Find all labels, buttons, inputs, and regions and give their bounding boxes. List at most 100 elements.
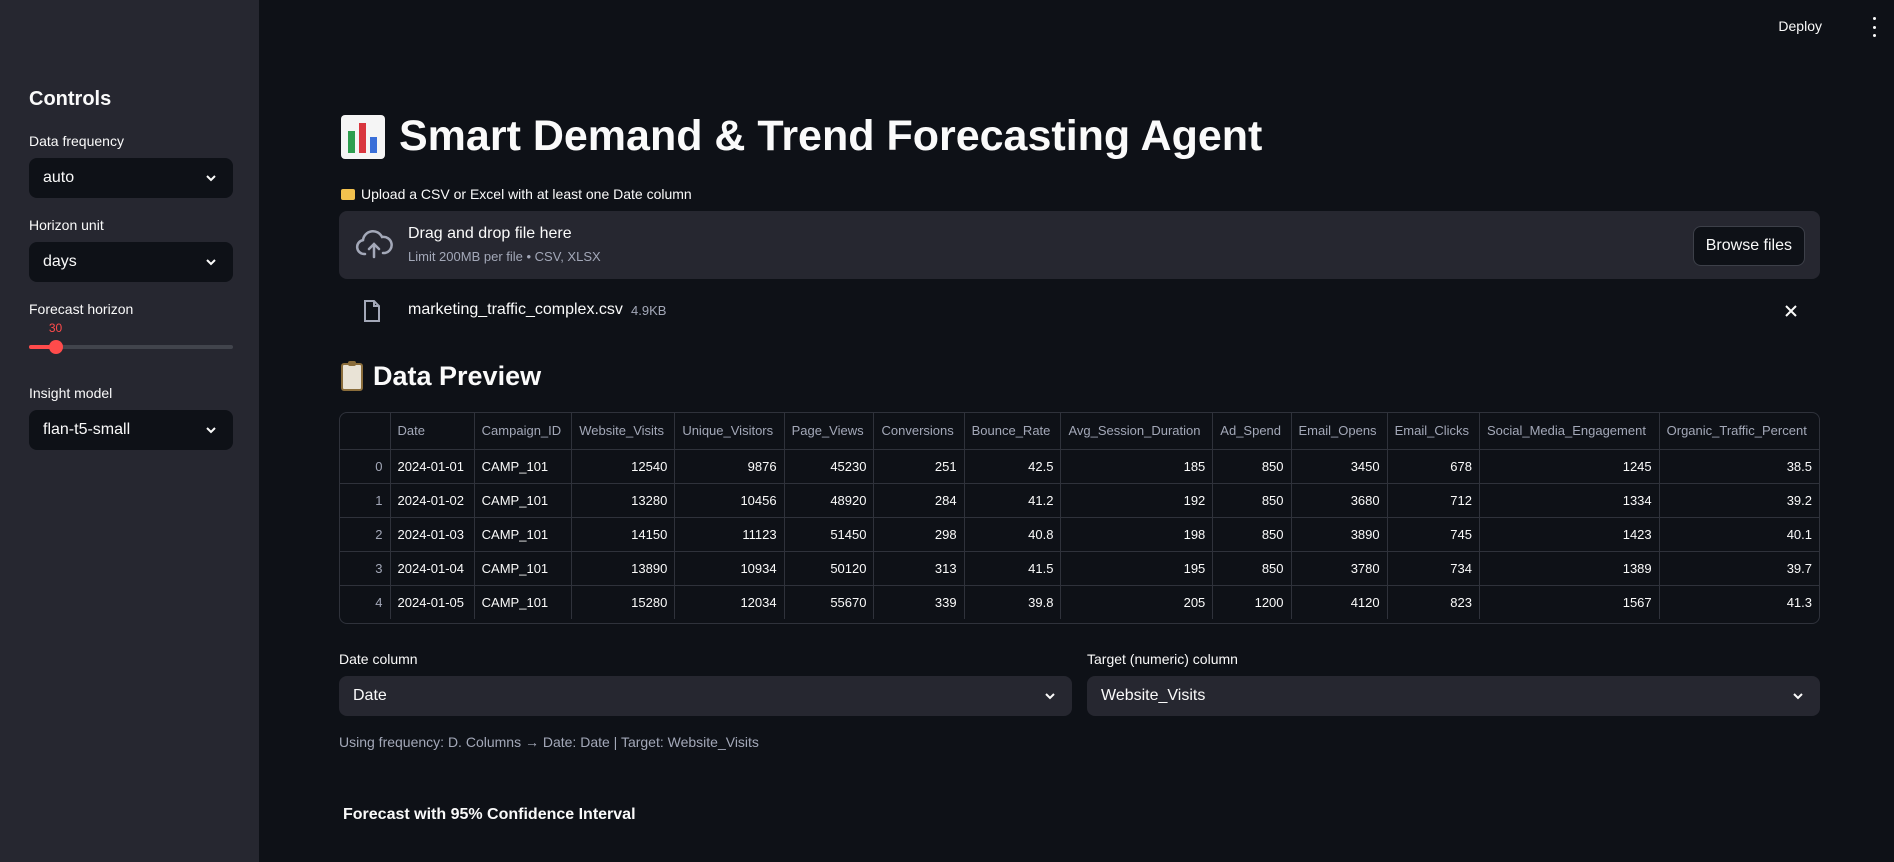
column-header[interactable]: Organic_Traffic_Percent — [1659, 413, 1819, 450]
table-cell: 198 — [1060, 517, 1214, 552]
table-cell: 39.7 — [1659, 551, 1819, 586]
table-cell: 2024-01-01 — [390, 449, 475, 484]
date-column-select[interactable]: Date — [339, 676, 1072, 716]
table-cell: 313 — [873, 551, 965, 586]
cloud-upload-icon — [355, 230, 393, 259]
table-cell: 1567 — [1479, 585, 1660, 619]
slider-thumb[interactable] — [48, 340, 63, 354]
forecast-horizon-value: 30 — [48, 321, 63, 335]
table-cell: CAMP_101 — [474, 551, 573, 586]
table-cell: 2024-01-04 — [390, 551, 475, 586]
data-frequency-label: Data frequency — [29, 133, 124, 149]
table-row[interactable]: 2 2024-01-03 CAMP_101 14150 11123 51450 298 40.… — [340, 517, 1819, 552]
horizon-unit-label: Horizon unit — [29, 217, 104, 233]
table-cell: 48920 — [784, 483, 875, 518]
page-title: Smart Demand & Trend Forecasting Agent — [341, 112, 1262, 161]
uploaded-file-row: marketing_traffic_complex.csv 4.9KB — [360, 298, 1800, 324]
row-index: 4 — [340, 585, 391, 619]
table-cell: 11123 — [674, 517, 785, 552]
table-cell: 13280 — [571, 483, 676, 518]
chevron-down-icon — [203, 170, 219, 186]
column-header[interactable]: Page_Views — [784, 413, 875, 450]
table-cell: 39.2 — [1659, 483, 1819, 518]
table-cell: 1423 — [1479, 517, 1660, 552]
target-column-value: Website_Visits — [1101, 687, 1206, 704]
upload-label: Upload a CSV or Excel with at least one … — [341, 186, 692, 202]
table-row[interactable]: 3 2024-01-04 CAMP_101 13890 10934 50120 313 41.… — [340, 551, 1819, 586]
data-preview-title: Data Preview — [373, 361, 542, 391]
column-header[interactable]: Unique_Visitors — [674, 413, 785, 450]
column-header[interactable]: Email_Clicks — [1387, 413, 1480, 450]
horizon-unit-value: days — [43, 253, 77, 270]
target-column-label: Target (numeric) column — [1087, 651, 1238, 667]
table-cell: 734 — [1387, 551, 1480, 586]
table-cell: CAMP_101 — [474, 449, 573, 484]
table-cell: 298 — [873, 517, 965, 552]
insight-model-select[interactable]: flan-t5-small — [29, 410, 233, 450]
table-cell: CAMP_101 — [474, 585, 573, 619]
table-cell: 3890 — [1291, 517, 1388, 552]
file-icon — [364, 300, 380, 322]
forecast-horizon-label: Forecast horizon — [29, 301, 134, 317]
more-menu-icon[interactable] — [1866, 17, 1882, 37]
chevron-down-icon — [203, 254, 219, 270]
table-cell: 41.2 — [964, 483, 1062, 518]
insight-model-value: flan-t5-small — [43, 421, 131, 438]
table-cell: 10934 — [674, 551, 785, 586]
table-cell: 12034 — [674, 585, 785, 619]
browse-files-button[interactable]: Browse files — [1692, 226, 1805, 266]
table-cell: 15280 — [571, 585, 676, 619]
table-cell: 42.5 — [964, 449, 1062, 484]
index-header[interactable] — [340, 413, 391, 450]
table-cell: 3780 — [1291, 551, 1388, 586]
forecast-title: Forecast with 95% Confidence Interval — [343, 806, 636, 823]
row-index: 2 — [340, 517, 391, 552]
data-preview-table[interactable]: Date Campaign_ID Website_Visits Unique_Visi… — [339, 412, 1820, 624]
table-cell: 712 — [1387, 483, 1480, 518]
close-icon[interactable] — [1782, 302, 1800, 320]
table-cell: 14150 — [571, 517, 676, 552]
column-header[interactable]: Social_Media_Engagement — [1479, 413, 1660, 450]
column-header[interactable]: Conversions — [873, 413, 965, 450]
table-cell: 1200 — [1212, 585, 1292, 619]
chevron-down-icon — [1042, 688, 1058, 704]
table-cell: 850 — [1212, 449, 1292, 484]
table-cell: 50120 — [784, 551, 875, 586]
row-index: 0 — [340, 449, 391, 484]
file-size: 4.9KB — [631, 303, 667, 318]
table-cell: 678 — [1387, 449, 1480, 484]
table-header-row: Date Campaign_ID Website_Visits Unique_Visi… — [340, 413, 1819, 450]
table-cell: 339 — [873, 585, 965, 619]
table-cell: 41.5 — [964, 551, 1062, 586]
deploy-button[interactable]: Deploy — [1778, 18, 1822, 34]
table-cell: 55670 — [784, 585, 875, 619]
chevron-down-icon — [1790, 688, 1806, 704]
table-row[interactable]: 4 2024-01-05 CAMP_101 15280 12034 55670 339 39.… — [340, 585, 1819, 619]
target-column-select[interactable]: Website_Visits — [1087, 676, 1820, 716]
column-header[interactable]: Website_Visits — [571, 413, 676, 450]
column-header[interactable]: Campaign_ID — [474, 413, 573, 450]
clipboard-icon — [341, 360, 363, 391]
table-cell: 850 — [1212, 483, 1292, 518]
column-header[interactable]: Ad_Spend — [1212, 413, 1292, 450]
column-header[interactable]: Date — [390, 413, 475, 450]
horizon-unit-select[interactable]: days — [29, 242, 233, 282]
table-cell: 51450 — [784, 517, 875, 552]
table-cell: 3450 — [1291, 449, 1388, 484]
forecast-horizon-slider[interactable] — [29, 340, 233, 354]
table-cell: 284 — [873, 483, 965, 518]
table-cell: 745 — [1387, 517, 1480, 552]
column-header[interactable]: Email_Opens — [1291, 413, 1388, 450]
table-row[interactable]: 1 2024-01-02 CAMP_101 13280 10456 48920 284 41.… — [340, 483, 1819, 518]
dropzone-subtitle: Limit 200MB per file • CSV, XLSX — [408, 249, 601, 264]
table-cell: CAMP_101 — [474, 483, 573, 518]
table-cell: 4120 — [1291, 585, 1388, 619]
data-frequency-select[interactable]: auto — [29, 158, 233, 198]
table-cell: 185 — [1060, 449, 1214, 484]
file-dropzone[interactable]: Drag and drop file here Limit 200MB per … — [339, 211, 1820, 279]
column-header[interactable]: Avg_Session_Duration — [1060, 413, 1214, 450]
table-cell: 205 — [1060, 585, 1214, 619]
date-column-value: Date — [353, 687, 387, 704]
column-header[interactable]: Bounce_Rate — [964, 413, 1062, 450]
table-row[interactable]: 0 2024-01-01 CAMP_101 12540 9876 45230 251 42.5… — [340, 449, 1819, 484]
